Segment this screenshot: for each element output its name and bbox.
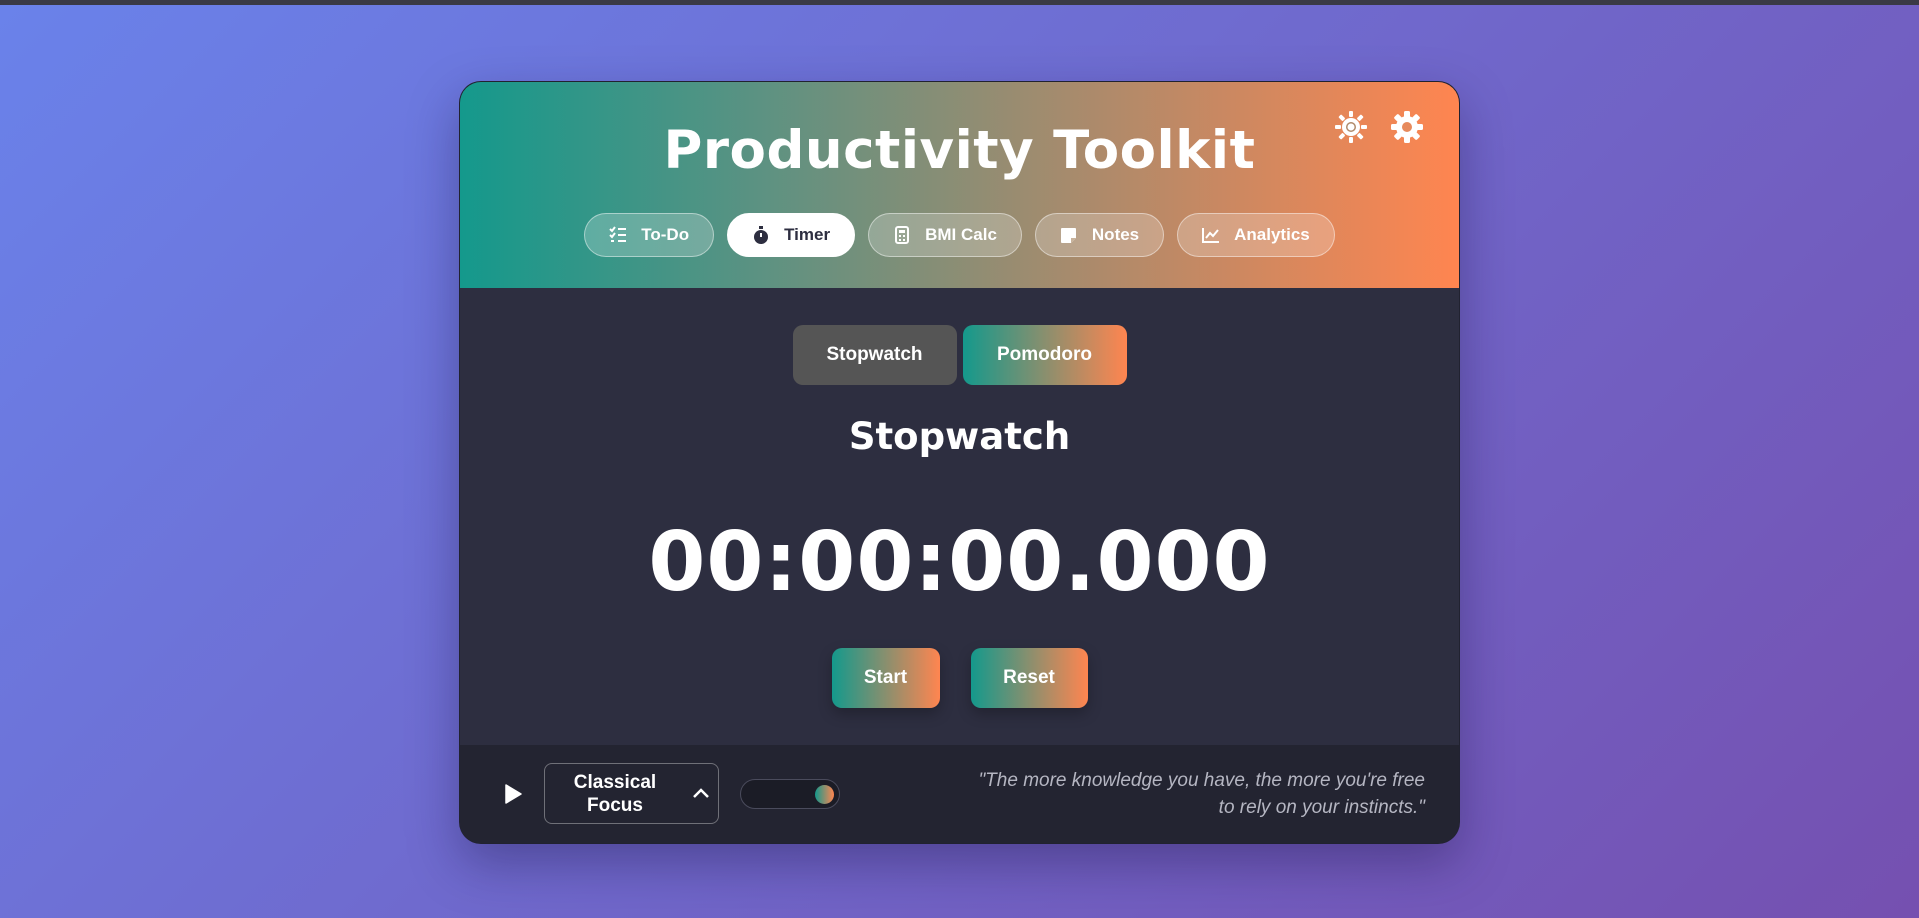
- music-track-select[interactable]: Classical Focus: [544, 763, 719, 824]
- header: Productivity Toolkit To-Do Timer BMI Cal…: [460, 82, 1459, 288]
- tab-todo[interactable]: To-Do: [584, 213, 715, 257]
- stopwatch-icon: [752, 226, 770, 244]
- toggle-knob: [815, 785, 834, 804]
- play-icon[interactable]: [500, 781, 526, 807]
- stopwatch-mode-button[interactable]: Stopwatch: [792, 325, 957, 385]
- tab-timer[interactable]: Timer: [727, 213, 856, 257]
- tab-bar: To-Do Timer BMI Calc Notes Analytics: [460, 213, 1459, 257]
- reset-button[interactable]: Reset: [970, 648, 1088, 708]
- sun-icon[interactable]: [1334, 110, 1368, 144]
- pomodoro-mode-button[interactable]: Pomodoro: [962, 325, 1127, 385]
- toolkit-card: Productivity Toolkit To-Do Timer BMI Cal…: [459, 81, 1460, 844]
- tab-notes[interactable]: Notes: [1034, 213, 1165, 257]
- chevron-up-icon: [690, 782, 712, 804]
- start-button[interactable]: Start: [831, 648, 940, 708]
- checklist-icon: [609, 226, 627, 244]
- tab-label: Timer: [784, 225, 831, 244]
- music-track-label: Classical Focus: [573, 771, 657, 816]
- stopwatch-display: 00:00:00.000: [648, 515, 1271, 610]
- music-toggle[interactable]: [740, 779, 840, 809]
- tab-label: Notes: [1091, 225, 1140, 244]
- tab-analytics[interactable]: Analytics: [1177, 213, 1335, 257]
- tab-bmi-calc[interactable]: BMI Calc: [868, 213, 1022, 257]
- tab-label: BMI Calc: [925, 225, 997, 244]
- chart-line-icon: [1202, 226, 1220, 244]
- browser-top-bar: [0, 0, 1919, 5]
- section-title: Stopwatch: [848, 415, 1071, 458]
- tab-label: Analytics: [1234, 225, 1310, 244]
- timer-mode-switch: Stopwatch Pomodoro: [460, 325, 1459, 385]
- sticky-note-icon: [1060, 226, 1078, 244]
- footer-bar: Classical Focus "The more knowledge you …: [460, 745, 1459, 843]
- motivational-quote: "The more knowledge you have, the more y…: [978, 770, 1425, 818]
- tab-label: To-Do: [641, 225, 690, 244]
- gear-icon[interactable]: [1390, 110, 1424, 144]
- app-title: Productivity Toolkit: [663, 120, 1256, 181]
- calculator-icon: [893, 226, 911, 244]
- timer-actions: Start Reset: [460, 648, 1459, 708]
